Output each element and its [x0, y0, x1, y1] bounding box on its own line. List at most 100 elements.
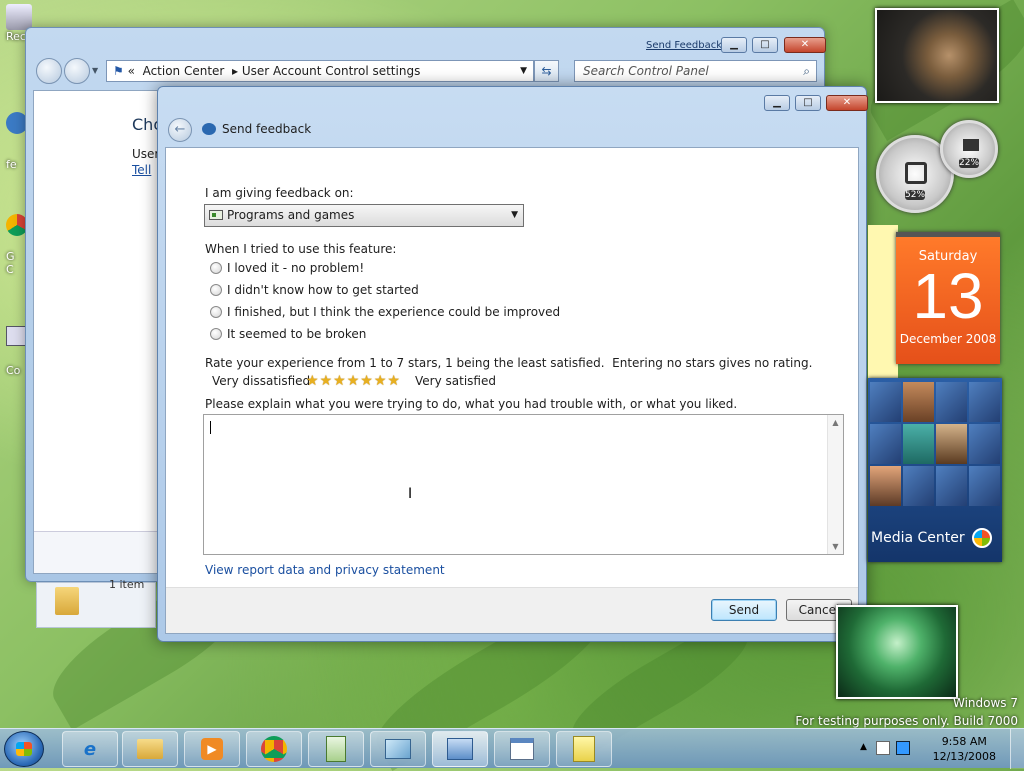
maximize-button[interactable]: □: [795, 95, 821, 111]
radio-button[interactable]: [210, 262, 222, 274]
windows-logo-icon: [972, 528, 992, 548]
back-arrow-icon: ←: [174, 122, 186, 137]
media-tile[interactable]: [870, 466, 901, 506]
comment-textarea[interactable]: ▲ ▼: [203, 414, 844, 555]
send-button[interactable]: Send: [711, 599, 777, 621]
star-icon[interactable]: ★: [374, 374, 387, 388]
rating-instructions: Rate your experience from 1 to 7 stars, …: [205, 356, 813, 370]
search-placeholder: Search Control Panel: [583, 64, 709, 78]
recent-pages-chevron-icon[interactable]: ▼: [92, 66, 98, 75]
taskbar-control-panel[interactable]: [432, 731, 488, 767]
radio-button[interactable]: [210, 306, 222, 318]
breadcrumb-uac-settings[interactable]: User Account Control settings: [242, 64, 420, 78]
taskbar-explorer[interactable]: [122, 731, 178, 767]
taskbar: e ▶ ▲ 9:58 AM 12/13/2008: [0, 728, 1024, 769]
option-label: I loved it - no problem!: [227, 261, 365, 275]
scroll-down-arrow-icon[interactable]: ▼: [828, 542, 843, 551]
tell-me-more-link[interactable]: Tell: [132, 163, 151, 177]
media-tiles: [870, 382, 1000, 506]
show-hidden-icons-arrow-icon[interactable]: ▲: [860, 742, 867, 752]
privacy-statement-link[interactable]: View report data and privacy statement: [205, 563, 445, 577]
send-feedback-link[interactable]: Send Feedback: [646, 40, 722, 51]
media-tile[interactable]: [969, 424, 1000, 464]
document-icon: [326, 736, 346, 762]
memory-chip-icon: [963, 139, 979, 151]
chrome-icon: [261, 736, 287, 762]
photo-gadget[interactable]: [836, 605, 958, 699]
media-tile[interactable]: [903, 466, 934, 506]
mouse-ibeam-cursor-icon: I: [408, 486, 413, 502]
radio-button[interactable]: [210, 284, 222, 296]
star-icon[interactable]: ★: [347, 374, 360, 388]
taskbar-calculator[interactable]: [494, 731, 550, 767]
network-icon[interactable]: [896, 741, 910, 755]
option-label: I didn't know how to get started: [227, 283, 419, 297]
media-tile[interactable]: [936, 424, 967, 464]
calendar-gadget[interactable]: Saturday 13 December 2008: [896, 232, 1000, 364]
star-icon[interactable]: ★: [306, 374, 319, 388]
taskbar-notepad[interactable]: [308, 731, 364, 767]
tried-feature-label: When I tried to use this feature:: [205, 242, 397, 256]
slideshow-gadget[interactable]: [875, 8, 999, 103]
cpu-gauge-dial: [905, 162, 927, 184]
internet-explorer-icon: e: [83, 738, 97, 760]
search-input[interactable]: Search Control Panel ⌕: [574, 60, 817, 82]
media-tile[interactable]: [870, 424, 901, 464]
action-center-flag-icon[interactable]: [876, 741, 890, 755]
close-button[interactable]: ✕: [784, 37, 826, 53]
taskbar-chrome[interactable]: [246, 731, 302, 767]
address-bar[interactable]: ⚑ « Action Center ▸ User Account Control…: [106, 60, 534, 82]
maximize-button[interactable]: □: [752, 37, 778, 53]
media-tile[interactable]: [969, 382, 1000, 422]
start-button[interactable]: [4, 731, 44, 767]
star-icon[interactable]: ★: [320, 374, 333, 388]
media-center-gadget[interactable]: Media Center: [868, 378, 1002, 562]
option-loved-it[interactable]: I loved it - no problem!: [210, 261, 364, 275]
minimize-button[interactable]: ▁: [764, 95, 790, 111]
desktop-icon-label: G C: [6, 250, 15, 276]
taskbar-window-switcher[interactable]: [370, 731, 426, 767]
folder-download-icon: [55, 587, 79, 615]
close-button[interactable]: ✕: [826, 95, 868, 111]
scroll-up-arrow-icon[interactable]: ▲: [828, 418, 843, 427]
back-button[interactable]: [36, 58, 62, 84]
vertical-scrollbar[interactable]: ▲ ▼: [827, 415, 843, 554]
watermark-line1: Windows 7: [952, 696, 1018, 710]
notes-gadget[interactable]: [868, 225, 898, 385]
feedback-category-select[interactable]: Programs and games ▼: [204, 204, 524, 227]
media-tile[interactable]: [936, 466, 967, 506]
send-feedback-window[interactable]: ▁ □ ✕ ← Send feedback I am giving feedba…: [157, 86, 868, 642]
radio-button[interactable]: [210, 328, 222, 340]
media-tile[interactable]: [903, 382, 934, 422]
calendar-month: December 2008: [899, 332, 997, 346]
calendar-icon: [510, 738, 534, 760]
search-icon[interactable]: ⌕: [803, 61, 810, 81]
feedback-form: I am giving feedback on: Programs and ga…: [165, 147, 859, 634]
breadcrumb-action-center[interactable]: Action Center: [143, 64, 225, 78]
memory-meter-gadget[interactable]: 22%: [940, 120, 998, 178]
minimize-button[interactable]: ▁: [721, 37, 747, 53]
dropdown-arrow-icon: ▼: [511, 210, 518, 220]
show-desktop-button[interactable]: [1010, 729, 1024, 769]
system-clock[interactable]: 9:58 AM 12/13/2008: [933, 734, 996, 764]
star-rating[interactable]: ★ ★ ★ ★ ★ ★ ★: [306, 374, 400, 388]
back-arrow-button[interactable]: ←: [168, 118, 192, 142]
forward-button[interactable]: [64, 58, 90, 84]
media-tile[interactable]: [936, 382, 967, 422]
star-icon[interactable]: ★: [360, 374, 373, 388]
refresh-button[interactable]: ⇆: [534, 60, 559, 82]
option-broken[interactable]: It seemed to be broken: [210, 327, 366, 341]
star-icon[interactable]: ★: [387, 374, 400, 388]
rating-low-label: Very dissatisfied: [212, 374, 311, 388]
taskbar-sticky-notes[interactable]: [556, 731, 612, 767]
star-icon[interactable]: ★: [333, 374, 346, 388]
media-tile[interactable]: [969, 466, 1000, 506]
media-tile[interactable]: [870, 382, 901, 422]
option-didnt-know[interactable]: I didn't know how to get started: [210, 283, 419, 297]
address-dropdown-chevron-icon[interactable]: ▼: [520, 61, 527, 81]
taskbar-media-player[interactable]: ▶: [184, 731, 240, 767]
taskbar-internet-explorer[interactable]: e: [62, 731, 118, 767]
media-tile[interactable]: [903, 424, 934, 464]
notification-area: ▲ 9:58 AM 12/13/2008: [854, 729, 1024, 769]
option-could-be-improved[interactable]: I finished, but I think the experience c…: [210, 305, 560, 319]
